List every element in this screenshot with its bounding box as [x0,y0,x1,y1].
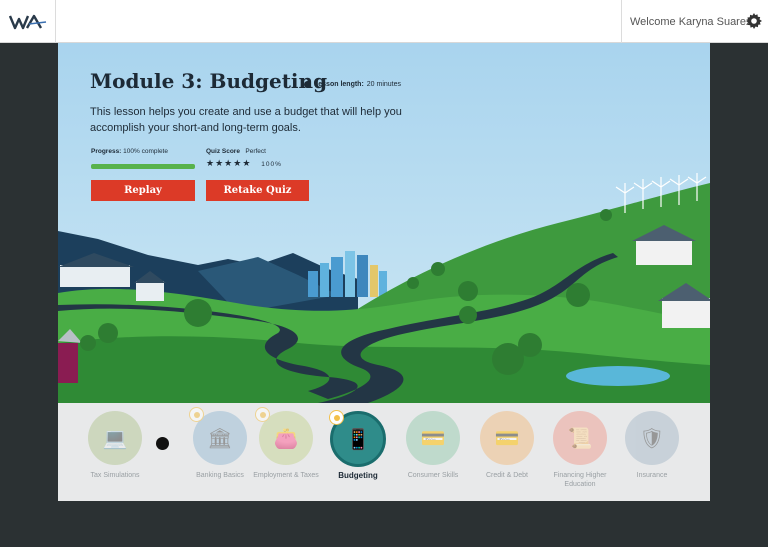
star-icons: ★★★★★ [206,159,251,169]
module-label: Banking Basics [196,472,244,479]
star-icon: ★ [242,159,252,169]
trophy-badge-icon [255,407,270,422]
progress-bar [91,164,195,169]
indicator-dot [156,437,169,450]
badge-dot [193,411,200,418]
star-icon: ★ [215,159,225,169]
module-item-tax-simulations[interactable]: 💻 Tax Simulations [77,411,153,480]
quiz-stars: ★★★★★ 100% [206,159,282,169]
module-label: Financing Higher Education [553,472,607,488]
credit-card-icon: 💳 [494,426,520,450]
module-item-employment-taxes[interactable]: 👛 Employment & Taxes [248,407,324,480]
page-title: Module 3: Budgeting [90,69,328,93]
welcome-text: Welcome Karyna Suarez [630,15,752,28]
badge-dot [333,414,340,421]
trophy-badge-icon [189,407,204,422]
module-item-budgeting[interactable]: 📱 Budgeting [320,410,396,480]
clock-icon [304,81,311,88]
module-item-banking-basics[interactable]: 🏛 Banking Basics [182,407,258,480]
module-icon-circle: 🏛 [189,407,247,465]
module-item-credit-debt[interactable]: 💳 Credit & Debt [469,411,545,480]
star-icon: ★ [233,159,243,169]
module-label: Consumer Skills [407,472,459,479]
wallet-icon: 👛 [273,426,299,450]
module-strip: 💻 Tax Simulations 🏛 Banking Basics 👛 Employme… [58,403,710,501]
progress-label: Progress: [91,148,122,155]
quiz-label: Quiz Score [206,148,240,155]
quiz-info: Quiz Score Perfect [206,148,266,155]
top-bar: Welcome Karyna Suarez [0,0,768,43]
module-label: Budgeting [338,471,378,480]
landscape-illustration [58,173,710,403]
module-icon-circle: 💳 [406,411,460,465]
phone-chart-icon: 📱 [345,427,371,451]
progress-value: 100% complete [123,148,168,155]
progress-bar-fill [91,164,195,169]
module-icon-circle: 📱 [329,410,386,467]
module-icon-circle: 📜 [553,411,607,465]
lesson-description: This lesson helps you create and use a b… [90,106,402,134]
logo-icon [8,14,46,29]
module-item-financing-higher-education[interactable]: 📜 Financing Higher Education [542,411,618,489]
lesson-length-label: Lesson length: [314,81,364,88]
gear-icon[interactable] [746,13,762,29]
laptop-icon: 💻 [102,426,128,450]
module-icon-circle: 👛 [255,407,313,465]
module-icon-circle: 💻 [88,411,142,465]
lesson-length-value: 20 minutes [366,81,402,88]
bank-icon: 🏛 [207,426,233,450]
module-label: Employment & Taxes [253,472,319,479]
star-icon: ★ [206,159,216,169]
badge-dot [259,411,266,418]
module-label: Tax Simulations [90,472,140,479]
diploma-icon: 📜 [567,426,593,450]
user-menu[interactable]: Welcome Karyna Suarez [621,0,768,43]
module-label: Insurance [636,472,668,479]
card-reader-icon: 💳 [420,426,446,450]
progress-info: Progress: 100% complete [91,148,168,155]
module-item-consumer-skills[interactable]: 💳 Consumer Skills [395,411,471,480]
lesson-length: Lesson length: 20 minutes [304,81,401,88]
quiz-percent: 100% [261,161,282,168]
module-item-insurance[interactable]: 🛡 Insurance [614,411,690,480]
replay-button[interactable]: Replay [91,180,195,201]
retake-quiz-button[interactable]: Retake Quiz [206,180,309,201]
logo[interactable] [0,0,56,43]
shield-icon: 🛡 [639,426,665,450]
module-label: Credit & Debt [485,472,529,479]
trophy-badge-icon [329,410,344,425]
module-icon-circle: 🛡 [625,411,679,465]
star-icon: ★ [224,159,234,169]
module-icon-circle: 💳 [480,411,534,465]
quiz-value: Perfect [245,148,266,155]
lesson-hero: Module 3: Budgeting Lesson length: 20 mi… [58,43,710,403]
